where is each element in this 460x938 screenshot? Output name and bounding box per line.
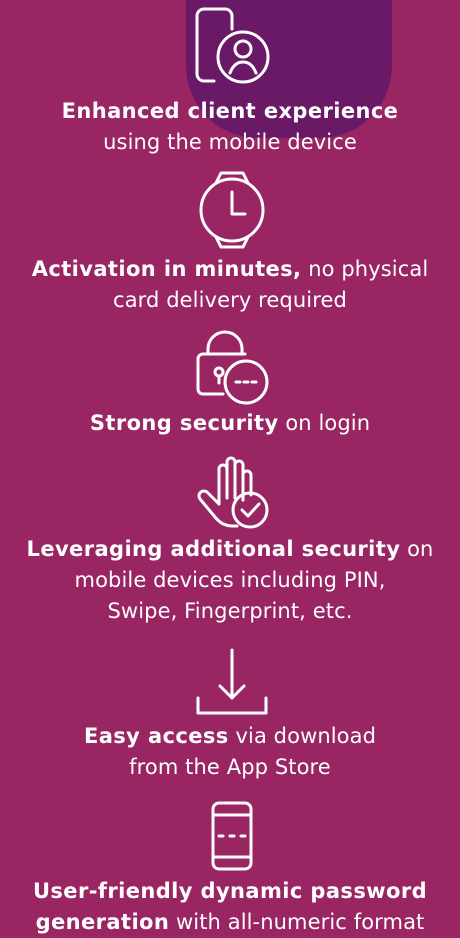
feature-3-text: Strong security on login (0, 408, 460, 439)
feature-6-text: User-friendly dynamic password generatio… (0, 876, 460, 938)
feature-4-title: Leveraging additional security (26, 537, 401, 561)
feature-3-rest: on login (278, 411, 371, 435)
feature-1-text: Enhanced client experience using the mob… (0, 96, 460, 158)
watch-clock-icon (199, 171, 265, 249)
feature-5-title: Easy access (83, 724, 229, 748)
feature-4-line2: mobile devices including PIN, (74, 568, 386, 592)
feature-6-title-line2: generation (35, 910, 170, 934)
feature-6-title: User-friendly dynamic password (32, 879, 428, 903)
feature-5-rest: via download (228, 724, 377, 748)
feature-2-rest: no physical (301, 257, 429, 281)
feature-1-line2: using the mobile device (103, 130, 357, 154)
feature-4-line3: Swipe, Fingerprint, etc. (107, 599, 353, 623)
hand-check-icon (197, 456, 269, 529)
download-icon (196, 648, 268, 715)
feature-6-rest: with all-numeric format (169, 910, 425, 934)
feature-5-line2: from the App Store (129, 755, 331, 779)
feature-2-line2: card delivery required (113, 288, 347, 312)
feature-1-title: Enhanced client experience (61, 99, 399, 123)
feature-5-text: Easy access via download from the App St… (0, 721, 460, 783)
phone-password-icon (211, 801, 253, 871)
feature-4-text: Leveraging additional security on mobile… (0, 534, 460, 627)
feature-2-title: Activation in minutes, (31, 257, 302, 281)
feature-3-title: Strong security (89, 411, 279, 435)
lock-password-icon (196, 330, 269, 405)
feature-4-rest: on (400, 537, 434, 561)
feature-2-text: Activation in minutes, no physical card … (0, 254, 460, 316)
phone-user-icon (195, 7, 270, 84)
